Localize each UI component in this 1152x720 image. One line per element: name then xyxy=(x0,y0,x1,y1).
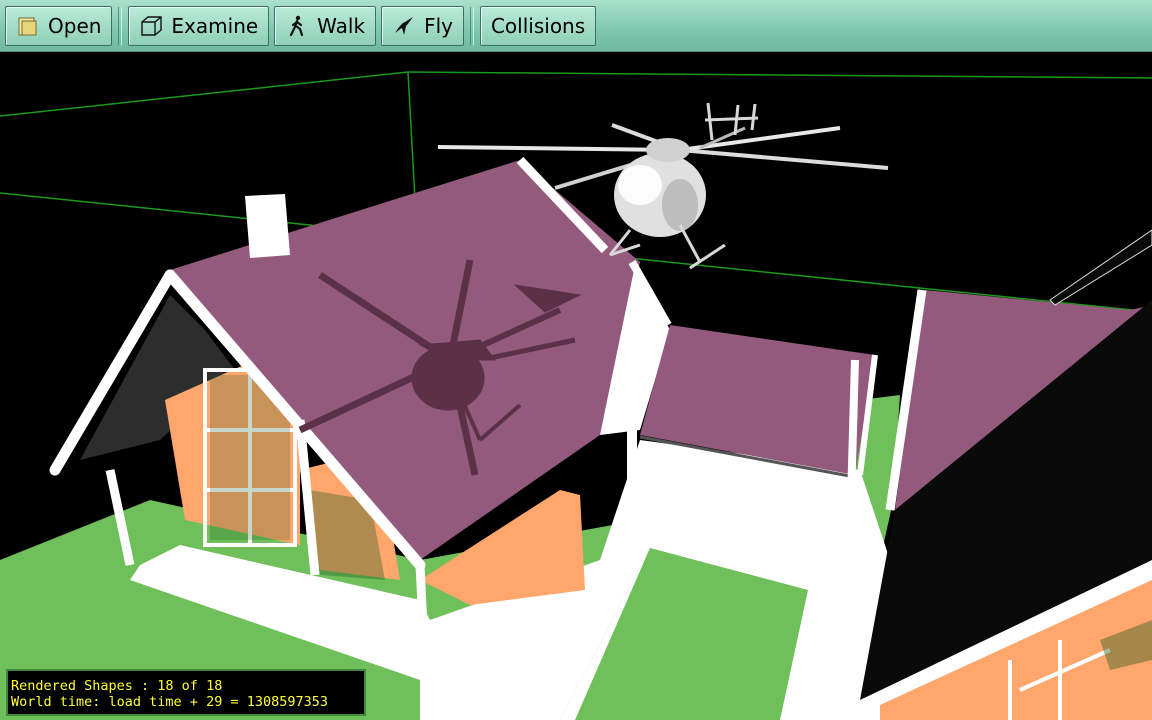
app-window: Open Examine Walk Fly Collisions Rendere… xyxy=(0,0,1152,720)
walk-button[interactable]: Walk xyxy=(274,5,377,46)
scene-render xyxy=(0,52,1152,720)
folder-icon xyxy=(16,14,40,38)
3d-viewport[interactable] xyxy=(0,52,1152,720)
open-button-label: Open xyxy=(48,13,102,38)
fly-button-label: Fly xyxy=(424,13,453,38)
examine-button-label: Examine xyxy=(171,13,259,38)
open-button[interactable]: Open xyxy=(5,5,113,46)
toolbar-separator xyxy=(469,6,474,45)
fly-button[interactable]: Fly xyxy=(381,5,464,46)
bird-icon xyxy=(392,14,416,38)
examine-button[interactable]: Examine xyxy=(128,5,270,46)
walking-person-icon xyxy=(285,14,309,38)
collisions-button-label: Collisions xyxy=(490,13,586,38)
collisions-toggle-button[interactable]: Collisions xyxy=(479,5,597,46)
status-overlay: Rendered Shapes : 18 of 18 World time: lo… xyxy=(6,669,366,716)
toolbar-separator xyxy=(118,6,123,45)
toolbar: Open Examine Walk Fly Collisions xyxy=(0,0,1152,52)
cube-icon xyxy=(139,14,163,38)
rendered-shapes-text: Rendered Shapes : 18 of 18 xyxy=(11,678,223,694)
chimney xyxy=(245,194,290,258)
world-time-text: World time: load time + 29 = 1308597353 xyxy=(11,694,328,710)
walk-button-label: Walk xyxy=(317,13,366,38)
